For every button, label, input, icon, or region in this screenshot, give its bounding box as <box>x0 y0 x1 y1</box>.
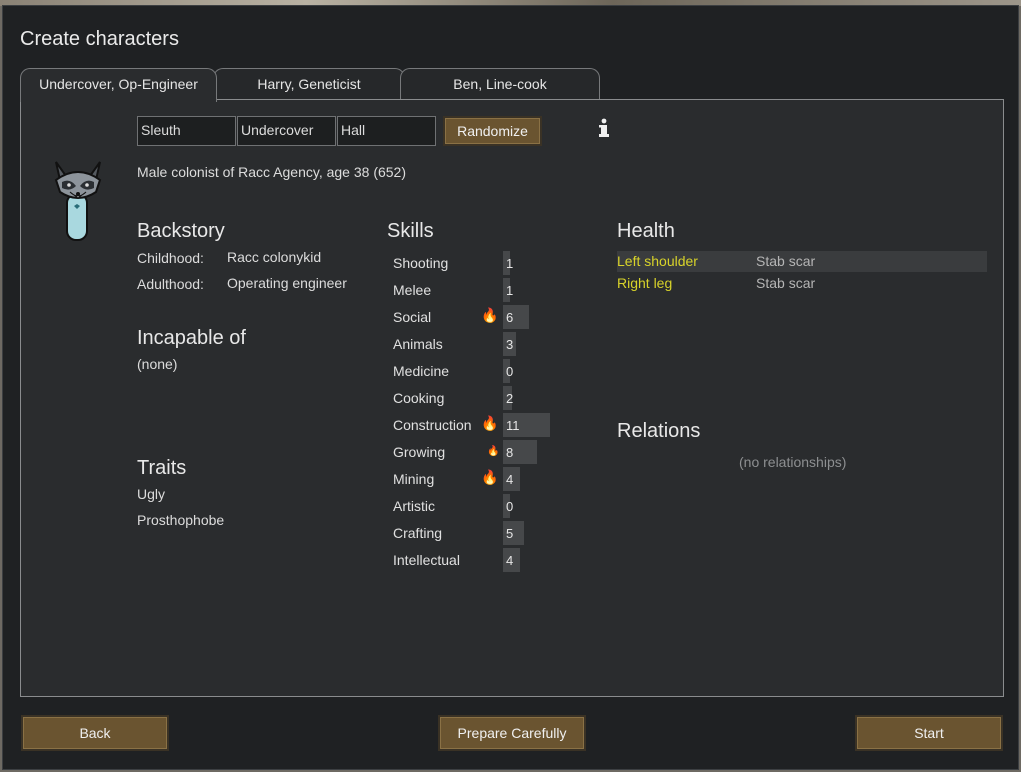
skill-level: 1 <box>506 283 514 298</box>
incapable-value: (none) <box>137 356 178 372</box>
health-row[interactable]: Right leg Stab scar <box>617 273 987 294</box>
childhood-value[interactable]: Racc colonykid <box>227 249 321 265</box>
info-icon[interactable] <box>596 116 612 140</box>
traits-heading: Traits <box>137 457 187 479</box>
adulthood-value[interactable]: Operating engineer <box>227 275 347 291</box>
last-name-field[interactable]: Hall <box>337 116 436 146</box>
skill-level: 11 <box>506 418 520 433</box>
skill-level: 6 <box>506 310 514 325</box>
childhood-label: Childhood: <box>137 250 204 266</box>
back-button[interactable]: Back <box>21 715 169 751</box>
body-part: Left shoulder <box>617 253 698 269</box>
skill-name: Construction <box>393 417 472 433</box>
major-passion-icon: 🔥 <box>481 307 499 323</box>
skill-level: 8 <box>506 445 514 460</box>
skill-name: Artistic <box>393 498 435 514</box>
start-button[interactable]: Start <box>855 715 1003 751</box>
skill-name: Medicine <box>393 363 450 379</box>
skill-level: 4 <box>506 472 514 487</box>
randomize-button[interactable]: Randomize <box>443 116 542 146</box>
skill-name: Intellectual <box>393 552 460 568</box>
skill-level: 0 <box>506 499 514 514</box>
first-name-field[interactable]: Sleuth <box>137 116 236 146</box>
condition: Stab scar <box>756 275 816 291</box>
tab-harry[interactable]: Harry, Geneticist <box>213 68 405 101</box>
trait-item[interactable]: Prosthophobe <box>137 512 224 528</box>
skill-level: 3 <box>506 337 514 352</box>
prepare-carefully-button[interactable]: Prepare Carefully <box>438 715 586 751</box>
relations-heading: Relations <box>617 420 701 442</box>
skill-name: Animals <box>393 336 443 352</box>
skill-level: 2 <box>506 391 514 406</box>
skill-name: Growing <box>393 444 446 460</box>
adulthood-label: Adulthood: <box>137 276 204 292</box>
body-part: Right leg <box>617 275 673 291</box>
skill-name: Mining <box>393 471 435 487</box>
no-relationships-text: (no relationships) <box>739 454 847 470</box>
skill-level: 0 <box>506 364 514 379</box>
tab-ben[interactable]: Ben, Line-cook <box>400 68 600 101</box>
skills-heading: Skills <box>387 220 434 242</box>
skill-name: Shooting <box>393 255 449 271</box>
nickname-field[interactable]: Undercover <box>237 116 336 146</box>
skill-level: 5 <box>506 526 514 541</box>
window-title: Create characters <box>20 28 179 50</box>
colonist-description: Male colonist of Racc Agency, age 38 (65… <box>137 164 407 180</box>
minor-passion-icon: 🔥 <box>487 446 500 457</box>
health-row[interactable]: Left shoulder Stab scar <box>617 251 987 272</box>
colonist-portrait[interactable] <box>50 158 106 244</box>
skill-name: Social <box>393 309 432 325</box>
skill-name: Melee <box>393 282 432 298</box>
skill-level: 4 <box>506 553 514 568</box>
skill-name: Cooking <box>393 390 445 406</box>
skill-name: Crafting <box>393 525 443 541</box>
trait-item[interactable]: Ugly <box>137 486 165 502</box>
major-passion-icon: 🔥 <box>481 415 499 431</box>
condition: Stab scar <box>756 253 816 269</box>
backstory-heading: Backstory <box>137 220 225 242</box>
health-heading: Health <box>617 220 675 242</box>
skill-level: 1 <box>506 256 514 271</box>
tab-undercover[interactable]: Undercover, Op-Engineer <box>20 68 217 102</box>
incapable-heading: Incapable of <box>137 327 246 349</box>
major-passion-icon: 🔥 <box>481 469 499 485</box>
